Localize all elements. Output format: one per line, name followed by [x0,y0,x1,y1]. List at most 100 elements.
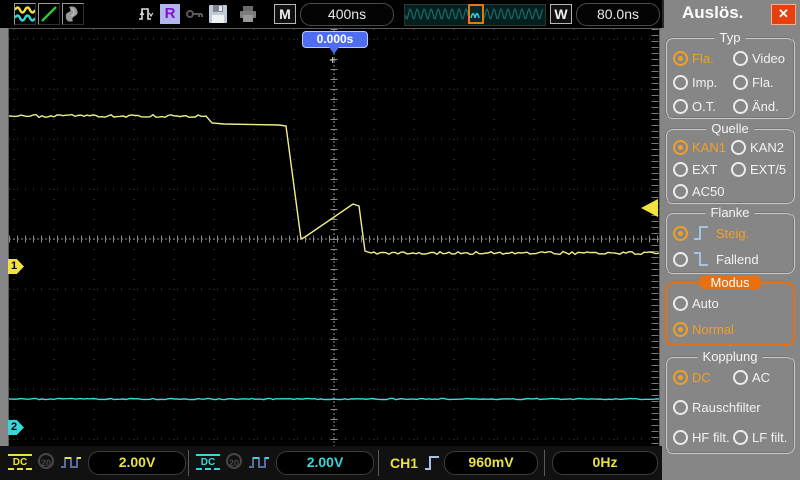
radio-label: Steig. [716,225,750,241]
status-bar: DC 20 2.00V DC 20 2.00V CH1 960mV 0Hz [0,446,662,480]
section-kopplung-title: Kopplung [697,349,763,364]
waveform-display: 1 2 0.000s + [8,28,660,448]
pulse-icon[interactable] [138,5,156,28]
trigger-edge-icon [424,454,440,477]
radio-icon [673,296,688,311]
trigger-settings-panel: Typ Fla. Video Imp. Fla. O.T. Änd. Quell… [662,28,800,480]
run-icon[interactable]: R [160,4,180,24]
waveform-traces [9,113,659,401]
trigger-frequency-readout: 0Hz [552,451,658,475]
print-icon[interactable] [238,5,258,28]
window-timebase-w-label: W [550,4,572,24]
radio-modus-auto[interactable]: Auto [673,296,719,311]
key-icon[interactable] [186,7,204,25]
radio-typ-aend[interactable]: Änd. [733,99,779,114]
radio-kopplung-dc[interactable]: DC [673,370,711,385]
radio-typ-ot[interactable]: O.T. [673,99,716,114]
radio-label: O.T. [692,99,716,114]
radio-icon [673,225,688,241]
ch2-waveform-icon [248,454,270,476]
radio-label: EXT/5 [750,162,787,177]
section-modus-title: Modus [698,275,762,290]
radio-label: AC [752,370,771,385]
radio-label: LF filt. [752,430,788,445]
trigger-panel-title: Auslös. [682,3,744,22]
vector-line-icon[interactable] [38,3,60,25]
radio-label: AC50 [692,184,725,199]
main-timebase-readout: 400ns [300,3,394,26]
toolbar: R M 400ns W 80.0ns [0,0,662,28]
radio-icon [733,370,748,385]
radio-quelle-ext5[interactable]: EXT/5 [731,162,786,177]
radio-icon [673,430,688,445]
channels-icon[interactable] [14,3,36,25]
radio-label: Normal [692,322,734,337]
radio-quelle-ext[interactable]: EXT [673,162,717,177]
trigger-source-label: CH1 [390,455,419,471]
trigger-position-marker-icon[interactable] [468,4,484,24]
radio-icon [733,51,748,66]
main-timebase-m-label: M [274,4,296,24]
section-kopplung: Kopplung DC AC Rauschfilter HF filt. LF … [665,349,795,454]
radio-modus-normal[interactable]: Normal [673,322,734,337]
radio-label: EXT [692,162,718,177]
statusbar-divider [378,450,379,476]
radio-icon [733,75,748,90]
trigger-position-strip[interactable] [404,4,546,26]
radio-label: Rauschfilter [692,400,761,415]
trigger-position-cross-icon: + [329,53,337,67]
radio-label: Fla. [692,51,714,66]
ch2-scale-readout: 2.00V [276,451,374,475]
section-flanke-title: Flanke [705,205,755,220]
radio-quelle-ac50[interactable]: AC50 [673,184,725,199]
rising-edge-icon [694,226,708,240]
radio-icon [673,75,688,90]
section-quelle: Quelle KAN1 KAN2 EXT EXT/5 AC50 [665,121,795,204]
image-icon[interactable] [62,3,84,25]
ch2-bandwidth-limit-icon: 20 [226,453,242,469]
radio-label: HF filt. [692,430,730,445]
section-quelle-title: Quelle [706,121,754,136]
radio-icon [733,99,748,114]
trigger-time-flag[interactable]: 0.000s [302,31,368,48]
radio-flanke-steigend[interactable]: Steig. [673,224,749,242]
radio-icon [673,51,688,66]
radio-icon [673,162,688,177]
ch1-scale-readout: 2.00V [88,451,186,475]
radio-typ-video[interactable]: Video [733,51,785,66]
section-typ-title: Typ [714,30,746,45]
radio-icon [673,140,688,155]
radio-kopplung-hf-filt[interactable]: HF filt. [673,430,730,445]
radio-label: KAN1 [692,140,726,155]
radio-typ-impuls[interactable]: Imp. [673,75,717,90]
radio-icon [673,184,688,199]
section-modus: Modus Auto Normal [665,275,795,346]
statusbar-divider [544,450,545,476]
radio-flanke-fallend[interactable]: Fallend [673,250,759,268]
radio-kopplung-rauschfilter[interactable]: Rauschfilter [673,400,761,415]
window-timebase-readout: 80.0ns [576,3,660,26]
radio-icon [673,99,688,114]
radio-icon [673,251,688,267]
close-icon[interactable]: ✕ [771,4,796,25]
radio-icon [731,140,746,155]
radio-label: DC [692,370,711,385]
radio-typ-flanke[interactable]: Fla. [673,51,714,66]
radio-quelle-kan2[interactable]: KAN2 [731,140,784,155]
trigger-panel-titlebar: Auslös. ✕ [662,0,800,28]
section-flanke: Flanke Steig. Fallend [665,205,795,274]
ch1-waveform-icon [60,454,82,476]
trigger-level-readout: 960mV [444,451,538,475]
statusbar-divider [188,450,189,476]
radio-label: Video [752,51,786,66]
radio-kopplung-lf-filt[interactable]: LF filt. [733,430,787,445]
radio-label: Imp. [692,75,718,90]
save-icon[interactable] [208,4,228,29]
trigger-level-arrow-icon[interactable] [641,199,658,217]
radio-label: Fallend [716,251,759,267]
ch2-coupling-dc-icon: DC [196,454,220,470]
radio-kopplung-ac[interactable]: AC [733,370,770,385]
radio-label: Fla. [752,75,774,90]
radio-typ-flanke-alt[interactable]: Fla. [733,75,774,90]
radio-quelle-kan1[interactable]: KAN1 [673,140,726,155]
